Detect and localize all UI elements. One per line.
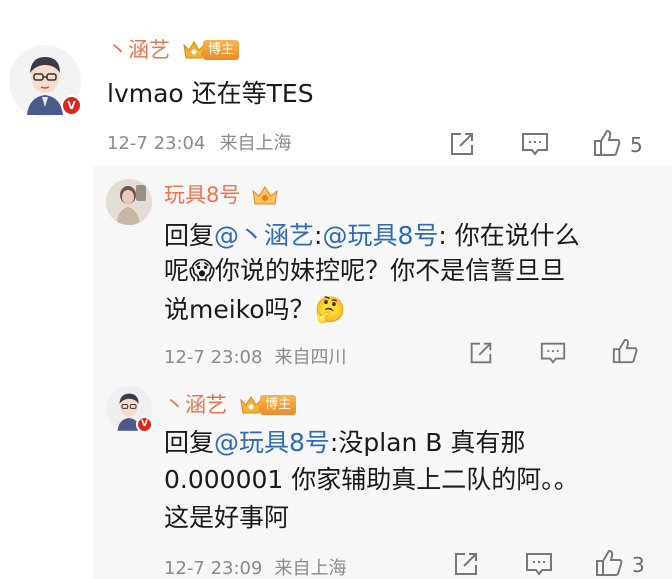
mention-link[interactable]: @丶涵艺 [214, 221, 314, 250]
reply-prefix: 回复 [164, 428, 215, 457]
comment-icon[interactable] [524, 549, 554, 579]
comment-location: 来自上海 [219, 133, 292, 154]
reply-username[interactable]: 丶涵艺 [164, 394, 227, 416]
blogger-tag: 博主 [203, 40, 240, 60]
reply-text-line2: 呢😱你说的妹控呢？你不是信誓旦旦 [164, 256, 566, 285]
reply-text-line2: 0.000001 你家辅助真上二队的阿。。 [164, 465, 579, 494]
thumbs-up-icon[interactable] [611, 337, 639, 365]
reply-text-line3: 说meiko吗？🤔 [164, 295, 346, 324]
username[interactable]: 丶涵艺 [107, 39, 170, 61]
reply-time: 12-7 23:08 [164, 347, 263, 368]
comment-icon[interactable] [520, 129, 550, 159]
reply-username[interactable]: 玩具8号 [164, 184, 240, 206]
share-icon[interactable] [467, 339, 495, 367]
thumbs-up-icon[interactable] [594, 548, 624, 578]
reply-text-line3: 这是好事阿 [164, 503, 290, 532]
reply-location: 来自四川 [274, 347, 347, 368]
avatar[interactable]: V [9, 45, 82, 117]
reply-location: 来自上海 [274, 558, 347, 579]
blogger-badge: 博主 [182, 39, 240, 61]
comment-icon[interactable] [539, 339, 567, 367]
like-count: 3 [632, 553, 645, 577]
comment-time: 12-7 23:04 [107, 133, 206, 154]
share-icon[interactable] [447, 129, 477, 159]
reply-prefix: 回复 [164, 221, 215, 250]
reply-avatar[interactable] [106, 179, 152, 225]
thumbs-up-icon[interactable] [592, 128, 622, 158]
reply-text-line1: 回复@玩具8号:没plan B 真有那 [164, 425, 525, 460]
reply-text-rest: : 你在说什么 [438, 221, 580, 250]
reply-meta: 12-7 23:09 来自上海 [164, 560, 346, 578]
blogger-badge: 博主 [239, 394, 297, 416]
reply-time: 12-7 23:09 [164, 558, 263, 579]
reply-text-line1: 回复@丶涵艺:@玩具8号: 你在说什么 [164, 218, 580, 253]
mention-link[interactable]: @玩具8号 [322, 221, 438, 250]
mention-link[interactable]: @玩具8号 [214, 428, 330, 457]
reply-header: 丶涵艺 博主 [164, 394, 297, 416]
like-count: 5 [630, 133, 643, 157]
reply-header: 玩具8号 [164, 184, 280, 206]
comment-header: 丶涵艺 博主 [107, 39, 240, 61]
verified-badge-icon: V [61, 95, 82, 116]
reply-meta: 12-7 23:08 来自四川 [164, 349, 346, 367]
reply-avatar[interactable]: V [106, 386, 153, 433]
photo-avatar-icon [106, 179, 152, 225]
fan-crown-icon [252, 186, 279, 205]
verified-badge-icon: V [136, 416, 153, 433]
comment-text: lvmao 还在等TES [107, 79, 314, 108]
share-icon[interactable] [451, 549, 481, 579]
comment-meta: 12-7 23:04 来自上海 [107, 135, 291, 153]
reply-text-rest: :没plan B 真有那 [329, 428, 526, 457]
blogger-tag: 博主 [260, 395, 297, 415]
